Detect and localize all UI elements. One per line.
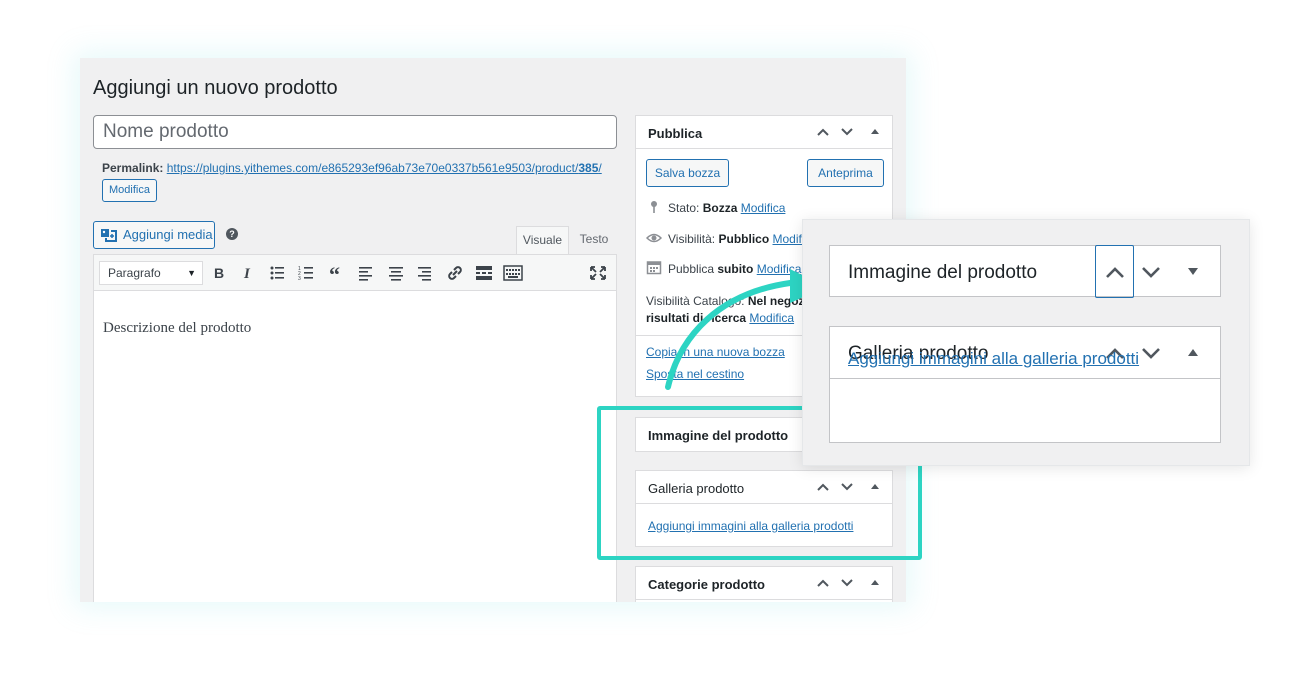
chevron-up-icon[interactable]: [1103, 246, 1127, 298]
fullscreen-icon[interactable]: [587, 263, 609, 283]
page-title: Aggiungi un nuovo prodotto: [93, 77, 338, 99]
zoom-add-gallery-images-link[interactable]: Aggiungi immagini alla galleria prodotti: [848, 349, 1139, 369]
numbered-list-icon[interactable]: 123: [296, 263, 318, 283]
permalink-edit-button[interactable]: Modifica: [102, 179, 157, 202]
add-media-button[interactable]: Aggiungi media: [93, 221, 215, 249]
bullet-list-icon[interactable]: [267, 263, 289, 283]
add-media-icon: [101, 229, 117, 242]
status-row: Stato: Bozza Modifica: [668, 201, 785, 215]
chevron-down-icon[interactable]: [1139, 327, 1163, 379]
align-left-icon[interactable]: [355, 263, 377, 283]
toolbar-toggle-icon[interactable]: [502, 263, 524, 283]
status-label: Stato:: [668, 201, 700, 215]
visibility-row: Visibilità: Pubblico Modifica: [668, 232, 817, 246]
collapse-toggle-icon[interactable]: [1185, 327, 1201, 379]
permalink-label: Permalink:: [102, 161, 164, 175]
eye-icon: [646, 233, 662, 243]
permalink-link[interactable]: https://plugins.yithemes.com/e865293ef96…: [167, 161, 602, 175]
bold-icon[interactable]: B: [208, 263, 230, 283]
chevron-down-icon[interactable]: [840, 126, 854, 138]
help-icon[interactable]: ?: [226, 228, 238, 240]
permalink-url-base: https://plugins.yithemes.com/e865293ef96…: [166, 161, 579, 175]
tab-visual[interactable]: Visuale: [516, 226, 569, 254]
content-editor: Paragrafo ▼ B I 123 “ Descrizione del pr…: [93, 254, 617, 602]
chevron-down-icon: ▼: [187, 268, 196, 278]
permalink-url-id: 385: [578, 161, 599, 175]
zoom-product-image-box: Immagine del prodotto: [829, 245, 1221, 298]
editor-toolbar: Paragrafo ▼ B I 123 “: [94, 255, 616, 291]
format-select-value: Paragrafo: [108, 266, 161, 280]
svg-text:“: “: [329, 263, 340, 283]
collapse-toggle-icon[interactable]: [1185, 246, 1201, 298]
save-draft-button[interactable]: Salva bozza: [646, 159, 729, 187]
zoom-product-image-title: Immagine del prodotto: [848, 262, 1038, 283]
product-categories-box: Categorie prodotto: [635, 566, 893, 602]
status-edit-link[interactable]: Modifica: [741, 201, 786, 215]
pin-icon: [651, 201, 657, 213]
chevron-down-icon[interactable]: [840, 577, 854, 589]
collapse-toggle-icon[interactable]: [870, 127, 880, 137]
link-icon[interactable]: [444, 263, 466, 283]
italic-icon[interactable]: I: [237, 263, 259, 283]
visibility-label: Visibilità:: [668, 232, 716, 246]
zoom-callout: Immagine del prodotto Galleria prodotto …: [802, 219, 1250, 466]
editor-content[interactable]: Descrizione del prodotto: [103, 320, 251, 337]
chevron-up-icon[interactable]: [816, 577, 830, 589]
collapse-toggle-icon[interactable]: [870, 578, 880, 588]
format-select[interactable]: Paragrafo ▼: [99, 261, 203, 285]
add-media-label: Aggiungi media: [123, 227, 213, 242]
product-categories-box-title: Categorie prodotto: [648, 577, 765, 592]
svg-text:3: 3: [298, 276, 301, 282]
zoom-product-image-header: Immagine del prodotto: [830, 245, 1220, 298]
blockquote-icon[interactable]: “: [326, 263, 348, 283]
visibility-value: Pubblico: [718, 232, 770, 246]
publish-box-header: Pubblica: [636, 116, 892, 149]
align-center-icon[interactable]: [385, 263, 407, 283]
product-categories-box-header: Categorie prodotto: [636, 567, 892, 600]
status-value: Bozza: [702, 201, 738, 215]
chevron-up-icon[interactable]: [816, 126, 830, 138]
align-right-icon[interactable]: [414, 263, 436, 283]
product-name-input[interactable]: Nome prodotto: [93, 115, 617, 149]
zoom-product-gallery-box: Galleria prodotto Aggiungi immagini alla…: [829, 326, 1221, 443]
chevron-down-icon[interactable]: [1139, 246, 1163, 298]
tab-text[interactable]: Testo: [571, 226, 617, 254]
read-more-icon[interactable]: [473, 263, 495, 283]
svg-text:B: B: [214, 265, 224, 281]
svg-text:I: I: [243, 266, 251, 282]
permalink: Permalink: https://plugins.yithemes.com/…: [102, 161, 602, 175]
preview-button[interactable]: Anteprima: [807, 159, 884, 187]
publish-box-title: Pubblica: [648, 126, 703, 141]
